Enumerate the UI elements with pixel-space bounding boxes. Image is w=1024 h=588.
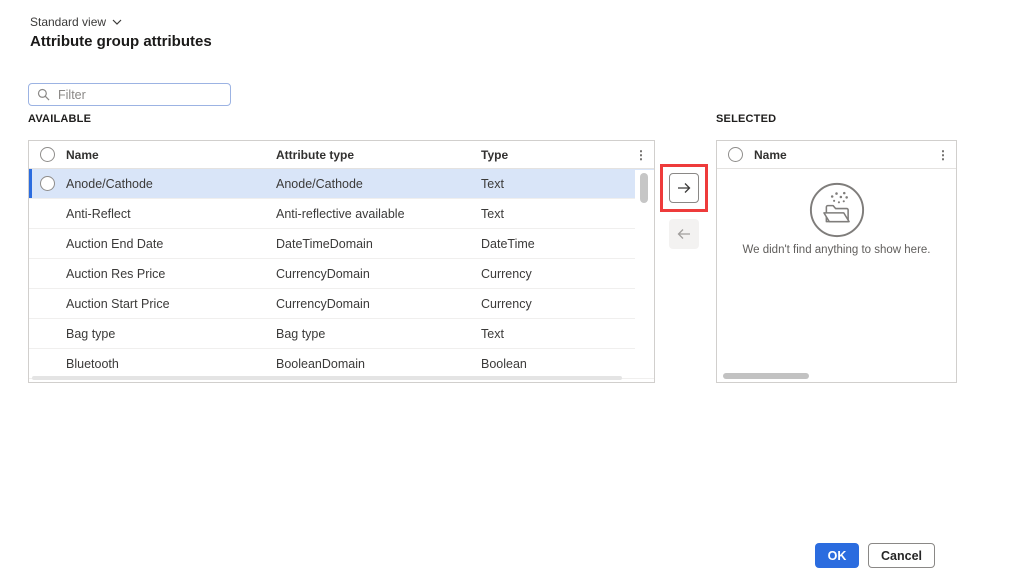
select-all-radio[interactable]	[29, 147, 66, 162]
ok-button[interactable]: OK	[815, 543, 859, 568]
selected-table-header: Name ⋮	[717, 141, 956, 169]
search-icon	[37, 88, 50, 101]
radio-icon	[40, 176, 55, 191]
cell-attribute-type: Bag type	[276, 327, 481, 341]
right-arrow-icon	[676, 180, 692, 196]
table-row[interactable]: Anti-Reflect Anti-reflective available T…	[29, 199, 654, 229]
cell-name: Bluetooth	[66, 357, 276, 371]
cell-name: Anode/Cathode	[66, 177, 276, 191]
cell-type: Currency	[481, 267, 654, 281]
column-header-type[interactable]: Type	[481, 148, 628, 162]
available-table-header: Name Attribute type Type ⋮	[29, 141, 654, 169]
row-radio[interactable]	[29, 176, 66, 191]
available-table: Name Attribute type Type ⋮ Anode/Cathode…	[28, 140, 655, 383]
table-row[interactable]: Bag type Bag type Text	[29, 319, 654, 349]
table-row[interactable]: Auction Start Price CurrencyDomain Curre…	[29, 289, 654, 319]
empty-folder-confetti-icon	[808, 181, 866, 239]
selected-table: Name ⋮ We didn't find anything to show h…	[716, 140, 957, 383]
filter-input[interactable]	[56, 87, 222, 103]
cell-type: Boolean	[481, 357, 654, 371]
column-header-name[interactable]: Name	[66, 148, 276, 162]
empty-state-message: We didn't find anything to show here.	[742, 244, 930, 256]
view-selector[interactable]: Standard view	[30, 15, 122, 29]
cell-type: Currency	[481, 297, 654, 311]
move-left-button[interactable]	[669, 219, 699, 249]
cell-type: DateTime	[481, 237, 654, 251]
selected-label: SELECTED	[716, 113, 776, 125]
horizontal-scrollbar-thumb[interactable]	[32, 376, 622, 380]
cell-type: Text	[481, 177, 654, 191]
cell-attribute-type: BooleanDomain	[276, 357, 481, 371]
empty-state: We didn't find anything to show here.	[717, 169, 956, 256]
column-header-attribute-type[interactable]: Attribute type	[276, 148, 481, 162]
filter-box[interactable]	[28, 83, 231, 106]
select-all-radio[interactable]	[717, 147, 754, 162]
view-selector-label: Standard view	[30, 15, 106, 29]
cell-name: Anti-Reflect	[66, 207, 276, 221]
cell-attribute-type: Anti-reflective available	[276, 207, 481, 221]
left-arrow-icon	[676, 226, 692, 242]
more-options-icon[interactable]: ⋮	[628, 149, 654, 161]
table-row[interactable]: Bluetooth BooleanDomain Boolean	[29, 349, 654, 379]
cell-name: Bag type	[66, 327, 276, 341]
cell-attribute-type: CurrencyDomain	[276, 297, 481, 311]
table-row[interactable]: Anode/Cathode Anode/Cathode Text	[29, 169, 654, 199]
horizontal-scrollbar-thumb[interactable]	[723, 373, 809, 379]
cell-name: Auction Start Price	[66, 297, 276, 311]
column-header-name[interactable]: Name	[754, 148, 930, 162]
page-title: Attribute group attributes	[30, 33, 212, 50]
radio-icon	[40, 147, 55, 162]
cancel-button[interactable]: Cancel	[868, 543, 935, 568]
cell-attribute-type: DateTimeDomain	[276, 237, 481, 251]
cell-attribute-type: Anode/Cathode	[276, 177, 481, 191]
more-options-icon[interactable]: ⋮	[930, 149, 956, 161]
cell-attribute-type: CurrencyDomain	[276, 267, 481, 281]
cell-type: Text	[481, 327, 654, 341]
cell-name: Auction Res Price	[66, 267, 276, 281]
chevron-down-icon	[112, 19, 122, 25]
available-label: AVAILABLE	[28, 113, 91, 125]
table-row[interactable]: Auction Res Price CurrencyDomain Currenc…	[29, 259, 654, 289]
vertical-scrollbar[interactable]	[635, 170, 654, 375]
cell-type: Text	[481, 207, 654, 221]
table-row[interactable]: Auction End Date DateTimeDomain DateTime	[29, 229, 654, 259]
move-right-button[interactable]	[669, 173, 699, 203]
radio-icon	[728, 147, 743, 162]
vertical-scrollbar-thumb[interactable]	[640, 173, 648, 203]
cell-name: Auction End Date	[66, 237, 276, 251]
